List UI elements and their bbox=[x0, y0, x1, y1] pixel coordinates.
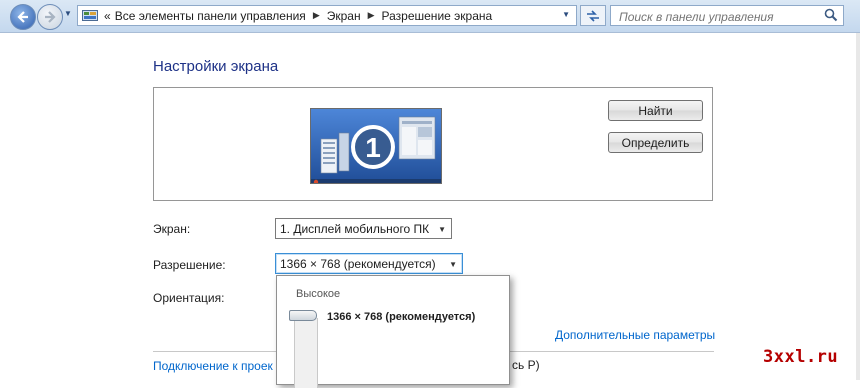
breadcrumb-screen-resolution[interactable]: Разрешение экрана bbox=[382, 9, 493, 23]
watermark: 3xxl.ru bbox=[763, 347, 839, 367]
chevron-right-icon[interactable]: ▶ bbox=[313, 10, 320, 21]
dropdown-arrow-icon: ▼ bbox=[438, 225, 446, 234]
display-select-value: 1. Дисплей мобильного ПК bbox=[280, 221, 430, 236]
page-title: Настройки экрана bbox=[153, 58, 279, 75]
search-input[interactable] bbox=[617, 7, 821, 26]
display-label: Экран: bbox=[153, 222, 191, 236]
search-icon[interactable] bbox=[824, 8, 838, 22]
breadcrumb-display[interactable]: Экран bbox=[327, 9, 361, 23]
slider-top-label: Высокое bbox=[296, 288, 341, 300]
chevron-right-icon[interactable]: ▶ bbox=[368, 10, 375, 21]
back-button[interactable] bbox=[10, 4, 36, 30]
resolution-slider-popup: Высокое 1366 × 768 (рекомендуется) bbox=[276, 275, 510, 388]
refresh-button[interactable] bbox=[580, 5, 606, 26]
resolution-slider-thumb[interactable] bbox=[289, 310, 317, 321]
connect-projector-link[interactable]: Подключение к проек bbox=[153, 359, 273, 373]
monitor-number: 1 bbox=[365, 132, 381, 163]
advanced-settings-link[interactable]: Дополнительные параметры bbox=[555, 328, 715, 342]
breadcrumb-all-items[interactable]: Все элементы панели управления bbox=[115, 9, 306, 23]
resolution-select[interactable]: 1366 × 768 (рекомендуется) ▼ bbox=[275, 253, 463, 274]
address-bar[interactable]: « Все элементы панели управления ▶ Экран… bbox=[77, 5, 577, 26]
detect-button[interactable]: Определить bbox=[608, 132, 703, 153]
monitor-preview-icon: 1 bbox=[311, 109, 441, 183]
resolution-label: Разрешение: bbox=[153, 258, 226, 272]
orientation-label: Ориентация: bbox=[153, 291, 225, 305]
forward-button[interactable] bbox=[37, 4, 63, 30]
history-dropdown-icon[interactable]: ▼ bbox=[64, 9, 74, 21]
resolution-slider-track[interactable] bbox=[294, 318, 318, 388]
search-box[interactable] bbox=[610, 5, 844, 26]
monitor-thumbnail[interactable]: 1 bbox=[310, 108, 442, 184]
vertical-scrollbar[interactable] bbox=[856, 33, 860, 380]
slider-current-value: 1366 × 768 (рекомендуется) bbox=[327, 311, 476, 323]
forward-arrow-icon bbox=[45, 11, 56, 23]
breadcrumb-overflow[interactable]: « bbox=[104, 9, 111, 23]
display-select[interactable]: 1. Дисплей мобильного ПК ▼ bbox=[275, 218, 452, 239]
refresh-icon bbox=[587, 9, 599, 22]
identify-button[interactable]: Найти bbox=[608, 100, 703, 121]
display-preview-area: 1 Найти Определить bbox=[153, 87, 713, 201]
address-dropdown-icon[interactable]: ▼ bbox=[562, 10, 570, 19]
control-panel-icon bbox=[82, 9, 100, 23]
connect-projector-hint-tail: сь P) bbox=[512, 358, 540, 372]
back-arrow-icon bbox=[17, 11, 28, 23]
navigation-bar: ▼ « Все элементы панели управления ▶ Экр… bbox=[0, 0, 860, 33]
dropdown-arrow-icon: ▼ bbox=[449, 260, 457, 269]
resolution-select-value: 1366 × 768 (рекомендуется) bbox=[280, 256, 436, 271]
